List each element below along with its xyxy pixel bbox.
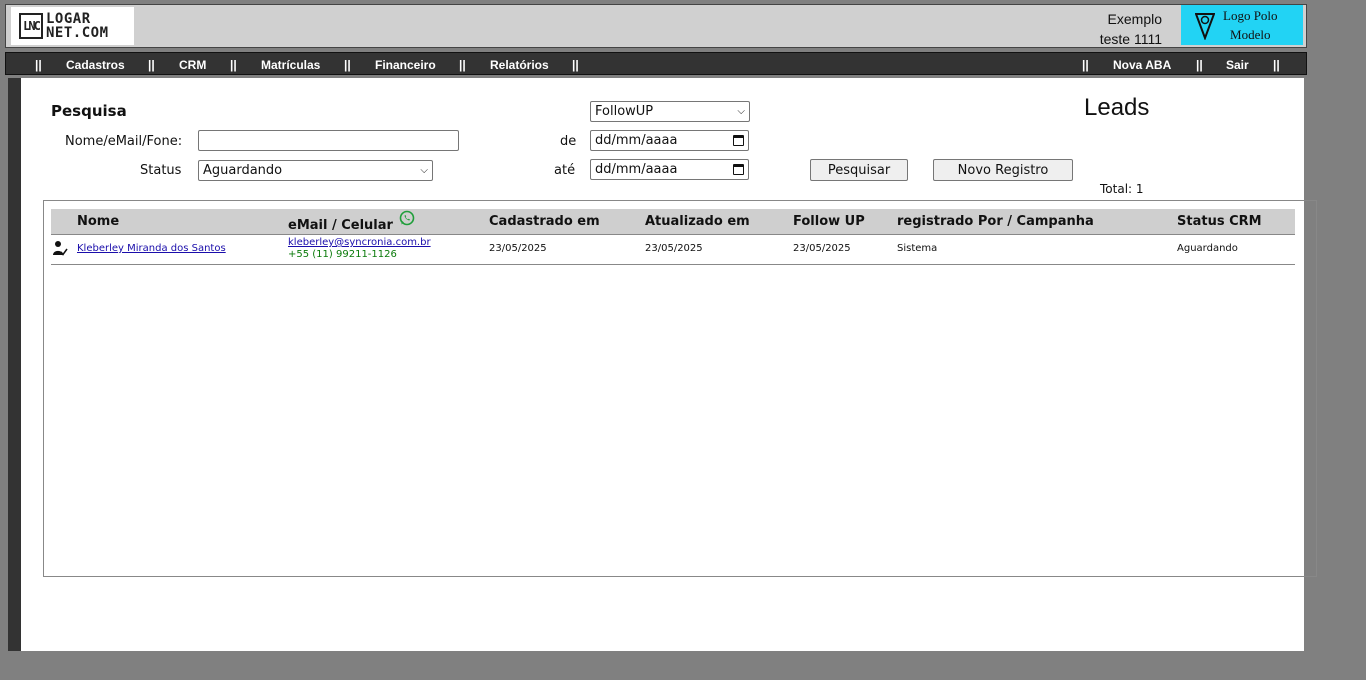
col-atualizado-em: Atualizado em bbox=[645, 214, 750, 229]
nav-separator: || bbox=[1196, 58, 1203, 72]
logo-line-1: LOGAR bbox=[46, 11, 91, 27]
table-row[interactable]: Kleberley Miranda dos Santos kleberley@s… bbox=[51, 235, 1295, 265]
whatsapp-icon bbox=[400, 210, 415, 226]
nav-separator: || bbox=[148, 58, 155, 72]
logarnet-logo[interactable]: LNC LOGAR NET.COM bbox=[11, 7, 134, 45]
search-button[interactable]: Pesquisar bbox=[810, 159, 908, 181]
nav-separator: || bbox=[35, 58, 42, 72]
user-unit: teste 1111 bbox=[1099, 31, 1162, 47]
col-cadastrado-em: Cadastrado em bbox=[489, 214, 600, 229]
logo-line-2: NET.COM bbox=[46, 25, 109, 41]
user-name: Exemplo bbox=[1107, 11, 1162, 27]
left-bar bbox=[8, 78, 21, 651]
lead-email-link[interactable]: kleberley@syncronia.com.br bbox=[288, 237, 431, 248]
col-registrado-por: registrado Por / Campanha bbox=[897, 214, 1094, 229]
polo-line-1: Logo Polo bbox=[1223, 8, 1278, 23]
logo-mark: LNC bbox=[19, 13, 43, 39]
lead-updated-date: 23/05/2025 bbox=[645, 243, 703, 254]
date-type-value: FollowUP bbox=[595, 104, 654, 119]
lead-registered-by: Sistema bbox=[897, 243, 938, 254]
status-select-value: Aguardando bbox=[203, 163, 283, 178]
nav-item-financeiro[interactable]: Financeiro bbox=[375, 58, 436, 72]
nav-item-nova-aba[interactable]: Nova ABA bbox=[1113, 58, 1171, 72]
lead-followup-date: 23/05/2025 bbox=[793, 243, 851, 254]
nav-separator: || bbox=[1273, 58, 1280, 72]
polo-logo: Logo Polo Modelo bbox=[1181, 5, 1303, 45]
nav-separator: || bbox=[1082, 58, 1089, 72]
lead-created-date: 23/05/2025 bbox=[489, 243, 547, 254]
col-nome: Nome bbox=[77, 214, 120, 229]
nav-separator: || bbox=[230, 58, 237, 72]
nav-item-crm[interactable]: CRM bbox=[179, 58, 206, 72]
nav-item-relatorios[interactable]: Relatórios bbox=[490, 58, 549, 72]
app-header: LNC LOGAR NET.COM Exemplo teste 1111 Log… bbox=[5, 4, 1307, 48]
col-email-celular: eMail / Celular bbox=[288, 210, 415, 233]
status-select[interactable]: Aguardando ⌵ bbox=[198, 160, 433, 181]
total-count: Total: 1 bbox=[1100, 182, 1144, 196]
lead-status: Aguardando bbox=[1177, 243, 1238, 254]
col-follow-up: Follow UP bbox=[793, 214, 865, 229]
name-label: Nome/eMail/Fone: bbox=[65, 134, 183, 149]
nav-separator: || bbox=[459, 58, 466, 72]
to-label: até bbox=[554, 163, 576, 178]
table-header: Nome eMail / Celular Cadastrado em Atual… bbox=[51, 209, 1295, 235]
from-label: de bbox=[560, 134, 577, 149]
shield-logo-icon bbox=[1195, 13, 1215, 40]
date-type-select[interactable]: FollowUP ⌵ bbox=[590, 101, 750, 122]
main-nav: || Cadastros || CRM || Matrículas || Fin… bbox=[5, 52, 1307, 75]
user-check-icon[interactable] bbox=[52, 240, 68, 256]
search-title: Pesquisa bbox=[51, 102, 127, 120]
nav-item-matriculas[interactable]: Matrículas bbox=[261, 58, 320, 72]
page-title: Leads bbox=[1084, 94, 1150, 121]
col-status-crm: Status CRM bbox=[1177, 214, 1262, 229]
nav-item-cadastros[interactable]: Cadastros bbox=[66, 58, 125, 72]
chevron-down-icon: ⌵ bbox=[737, 106, 745, 117]
to-date-input[interactable]: dd/mm/aaaa bbox=[590, 159, 749, 180]
status-label: Status bbox=[140, 163, 182, 178]
from-date-input[interactable]: dd/mm/aaaa bbox=[590, 130, 749, 151]
calendar-icon[interactable] bbox=[733, 135, 744, 146]
calendar-icon[interactable] bbox=[733, 164, 744, 175]
new-record-button[interactable]: Novo Registro bbox=[933, 159, 1073, 181]
user-info: Exemplo teste 1111 bbox=[1100, 9, 1162, 49]
chevron-down-icon: ⌵ bbox=[420, 165, 428, 176]
nav-separator: || bbox=[344, 58, 351, 72]
name-search-input[interactable] bbox=[198, 130, 459, 151]
lead-phone: +55 (11) 99211-1126 bbox=[288, 249, 397, 260]
polo-line-2: Modelo bbox=[1230, 27, 1271, 42]
nav-item-sair[interactable]: Sair bbox=[1226, 58, 1249, 72]
lead-name-link[interactable]: Kleberley Miranda dos Santos bbox=[77, 243, 226, 254]
nav-separator: || bbox=[572, 58, 579, 72]
